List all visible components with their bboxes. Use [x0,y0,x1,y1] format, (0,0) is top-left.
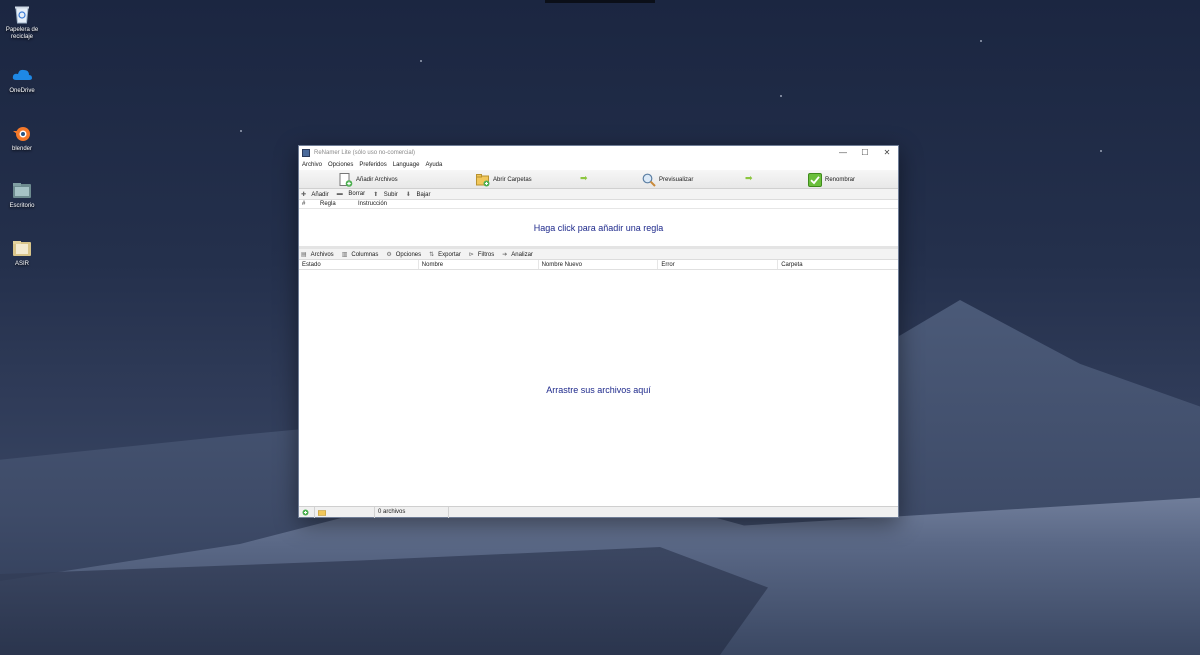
star [420,60,422,62]
desktop-icon-onedrive[interactable]: OneDrive [0,64,44,95]
rules-column-rule[interactable]: Regla [317,201,355,207]
arrow-up-icon: ⬆ [373,191,379,198]
open-folders-label: Abrir Carpetas [493,176,532,183]
window-title: ReNamer Lite (sólo uso no-comercial) [314,150,416,156]
files-menu-filtros[interactable]: ⊳ Filtros [469,251,498,258]
desktop-icon-label: ASIR [14,261,29,267]
desktop-icon-recycle-bin[interactable]: Papelera de reciclaje [0,3,44,41]
star [780,95,782,97]
status-add-icon[interactable] [299,506,315,518]
menu-preferidos[interactable]: Preferidos [359,162,386,168]
analyze-icon: ➔ [502,251,508,258]
wallpaper-top-strip [545,0,655,3]
export-icon: ⇅ [429,251,435,258]
star [240,130,242,132]
status-bar: 0 archivos [299,506,898,518]
menu-opciones[interactable]: Opciones [328,162,353,168]
folder-icon [11,237,33,259]
files-menu-exportar[interactable]: ⇅ Exportar [429,251,465,258]
files-toolbar: ▤ Archivos ▥ Columnas ⚙ Opciones ⇅ Exportar … [299,249,898,260]
open-folders-button[interactable]: Abrir Carpetas [476,170,532,189]
preview-label: Previsualizar [659,176,694,183]
preview-button[interactable]: Previsualizar [642,170,693,189]
cloud-icon [11,64,33,86]
files-menu-analizar[interactable]: ➔ Analizar [502,251,537,258]
checkmark-icon [808,172,822,187]
rename-button[interactable]: Renombrar [808,170,855,189]
add-file-icon [339,172,353,187]
files-column-carpeta[interactable]: Carpeta [778,260,898,269]
title-bar[interactable]: ReNamer Lite (sólo uso no-comercial) — ☐… [299,146,898,160]
files-column-estado[interactable]: Estado [299,260,419,269]
files-menu-columnas[interactable]: ▥ Columnas [342,251,383,258]
files-drop-area[interactable]: Arrastre sus archivos aquí [299,270,898,505]
desktop-icon-label: blender [11,146,32,152]
magnifier-icon [642,173,656,187]
desktop-icon-label: Escritorio [9,203,35,209]
desktop-icon-blender[interactable]: blender [0,122,44,153]
filter-icon: ⊳ [468,251,474,258]
menu-bar: Archivo Opciones Preferidos Language Ayu… [299,160,898,170]
recycle-bin-icon [11,3,33,25]
rules-column-number[interactable]: # [299,201,317,207]
desktop-icon-label: Papelera de reciclaje [5,27,39,40]
arrow-right-icon: ➡ [580,173,588,183]
rules-table-header: # Regla Instrucción [299,200,898,209]
star [1100,150,1102,152]
files-menu-archivos[interactable]: ▤ Archivos [301,251,338,258]
minimize-button[interactable]: — [832,146,854,160]
desktop-icon-escritorio[interactable]: Escritorio [0,179,44,210]
status-folder-icon[interactable] [315,506,375,518]
files-column-nombre-nuevo[interactable]: Nombre Nuevo [539,260,659,269]
folder-icon [11,179,33,201]
minus-icon: ▬ [336,191,343,197]
arrow-down-icon: ⬇ [405,191,411,198]
rules-down-button[interactable]: ⬇ Bajar [406,191,435,198]
rules-up-button[interactable]: ⬆ Subir [373,191,402,198]
rules-toolbar: ✚ Añadir ▬ Borrar ⬆ Subir ⬇ Bajar [299,189,898,200]
blender-icon [11,122,33,144]
arrow-right-icon: ➡ [745,173,753,183]
rules-hint[interactable]: Haga click para añadir una regla [299,223,898,233]
folder-add-icon [476,173,490,187]
rules-column-instruction[interactable]: Instrucción [355,201,475,207]
rules-add-button[interactable]: ✚ Añadir [301,191,333,198]
plus-icon: ✚ [301,191,307,198]
files-icon: ▤ [301,251,307,258]
files-menu-opciones[interactable]: ⚙ Opciones [386,251,425,258]
menu-language[interactable]: Language [393,162,420,168]
files-column-nombre[interactable]: Nombre [419,260,539,269]
rules-delete-button[interactable]: ▬ Borrar [337,191,369,197]
add-files-label: Añadir Archivos [356,176,398,183]
files-table-header: Estado Nombre Nombre Nuevo Error Carpeta [299,260,898,270]
status-file-count: 0 archivos [375,506,449,518]
desktop-icon-asir[interactable]: ASIR [0,237,44,268]
app-icon [302,149,310,157]
rules-area[interactable]: Haga click para añadir una regla [299,209,898,249]
add-files-button[interactable]: Añadir Archivos [339,170,398,189]
options-icon: ⚙ [386,251,392,258]
columns-icon: ▥ [341,251,348,258]
menu-ayuda[interactable]: Ayuda [425,162,442,168]
star [980,40,982,42]
close-button[interactable]: ✕ [876,146,898,160]
status-empty [449,507,898,518]
rename-label: Renombrar [825,176,856,183]
renamer-window: ReNamer Lite (sólo uso no-comercial) — ☐… [298,145,899,518]
maximize-button[interactable]: ☐ [854,146,876,160]
desktop-icon-label: OneDrive [9,88,35,94]
files-column-error[interactable]: Error [658,260,779,269]
files-hint: Arrastre sus archivos aquí [546,385,651,395]
menu-archivo[interactable]: Archivo [302,162,322,168]
